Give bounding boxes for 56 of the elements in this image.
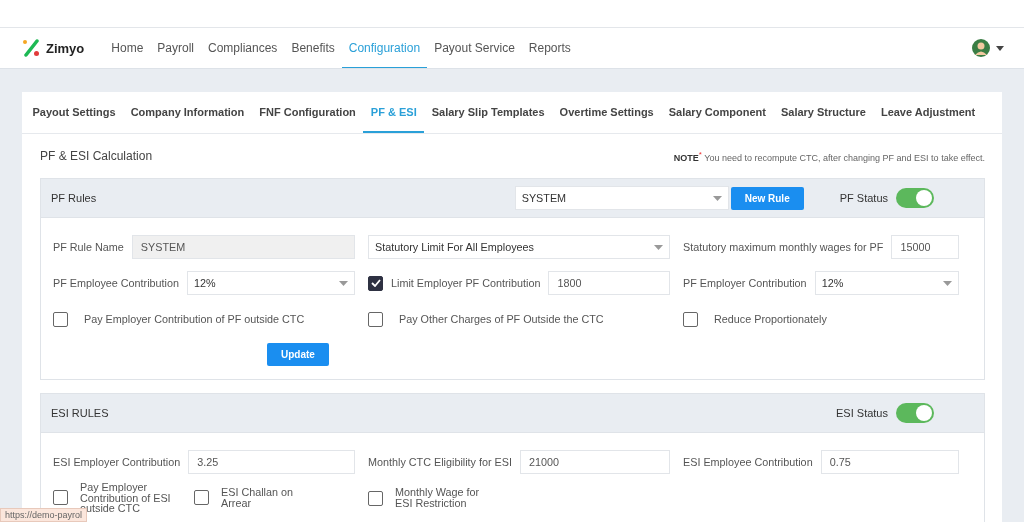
dropdown[interactable]: 12% xyxy=(187,271,355,295)
field-label: PF Employer Contribution xyxy=(683,277,807,289)
checkbox-label: Pay Employer Contribution of PF outside CTC xyxy=(84,313,305,325)
tab[interactable]: Overtime Settings xyxy=(552,92,662,133)
field-label: ESI Employer Contribution xyxy=(53,456,181,468)
tab[interactable]: FNF Configuration xyxy=(251,92,364,133)
page-title: PF & ESI Calculation xyxy=(40,149,153,163)
nav-link[interactable]: Reports xyxy=(521,28,578,68)
input-field[interactable]: 0.75 xyxy=(820,450,959,474)
field-label: ESI Employee Contribution xyxy=(683,456,813,468)
field-label: PF Rule Name xyxy=(53,241,124,253)
checkbox-label: ESI Challan on Arrear xyxy=(221,487,295,509)
checkbox-label: Limit Employer PF Contribution xyxy=(391,277,541,289)
input-field[interactable]: 1800 xyxy=(548,271,670,295)
tab[interactable]: Leave Adjustment xyxy=(873,92,983,133)
checkbox[interactable] xyxy=(368,490,383,506)
checkbox-label: Reduce Proportionately xyxy=(714,313,827,325)
checkbox-label: Pay Other Charges of PF Outside the CTC xyxy=(399,313,604,325)
caret-icon[interactable] xyxy=(996,45,1004,51)
section-title: ESI RULES xyxy=(51,407,109,419)
status-label: PF Status xyxy=(839,192,888,204)
nav-link[interactable]: Payout Service xyxy=(427,28,522,68)
logo-icon xyxy=(22,39,40,57)
brand-name: Zimyo xyxy=(46,40,85,56)
status-label: ESI Status xyxy=(836,407,888,419)
checkbox[interactable] xyxy=(53,311,68,327)
input-field[interactable]: 3.25 xyxy=(188,450,355,474)
checkbox-label: Monthly Wage for ESI Restriction xyxy=(395,487,481,509)
tab[interactable]: Salary Slip Templates xyxy=(424,92,553,133)
field-label: PF Employee Contribution xyxy=(53,277,180,289)
checkbox[interactable] xyxy=(194,490,209,506)
tab[interactable]: Salary Component xyxy=(661,92,774,133)
dropdown[interactable]: Statutory Limit For All Employees xyxy=(368,235,670,259)
field-label: Monthly CTC Eligibility for ESI xyxy=(368,456,512,468)
checkbox[interactable] xyxy=(368,311,383,327)
checkbox[interactable] xyxy=(368,275,383,291)
avatar-icon[interactable] xyxy=(972,39,990,57)
nav-link[interactable]: Compliances xyxy=(201,28,285,68)
dropdown[interactable]: 12% xyxy=(814,271,959,295)
nav-link[interactable]: Home xyxy=(104,28,151,68)
section-title: PF Rules xyxy=(51,192,97,204)
note-text: NOTE$^{*}$ You need to recompute CTC, after changing PF and ESI to take effect. xyxy=(673,149,985,163)
input-field[interactable]: 15000 xyxy=(891,235,959,259)
tab[interactable]: Company Information xyxy=(123,92,252,133)
nav-link[interactable]: Benefits xyxy=(284,28,342,68)
toggle-switch[interactable] xyxy=(896,188,934,208)
toggle-switch[interactable] xyxy=(896,403,934,423)
tab[interactable]: Salary Structure xyxy=(773,92,874,133)
checkbox[interactable] xyxy=(53,490,68,506)
checkbox[interactable] xyxy=(683,311,698,327)
field-label: Statutory maximum monthly wages for PF xyxy=(683,241,884,253)
input-field: SYSTEM xyxy=(131,235,355,259)
input-field[interactable]: 21000 xyxy=(520,450,670,474)
tab[interactable]: Payout Settings xyxy=(25,92,124,133)
dropdown[interactable]: SYSTEM xyxy=(514,186,729,210)
nav-link[interactable]: Payroll xyxy=(150,28,201,68)
